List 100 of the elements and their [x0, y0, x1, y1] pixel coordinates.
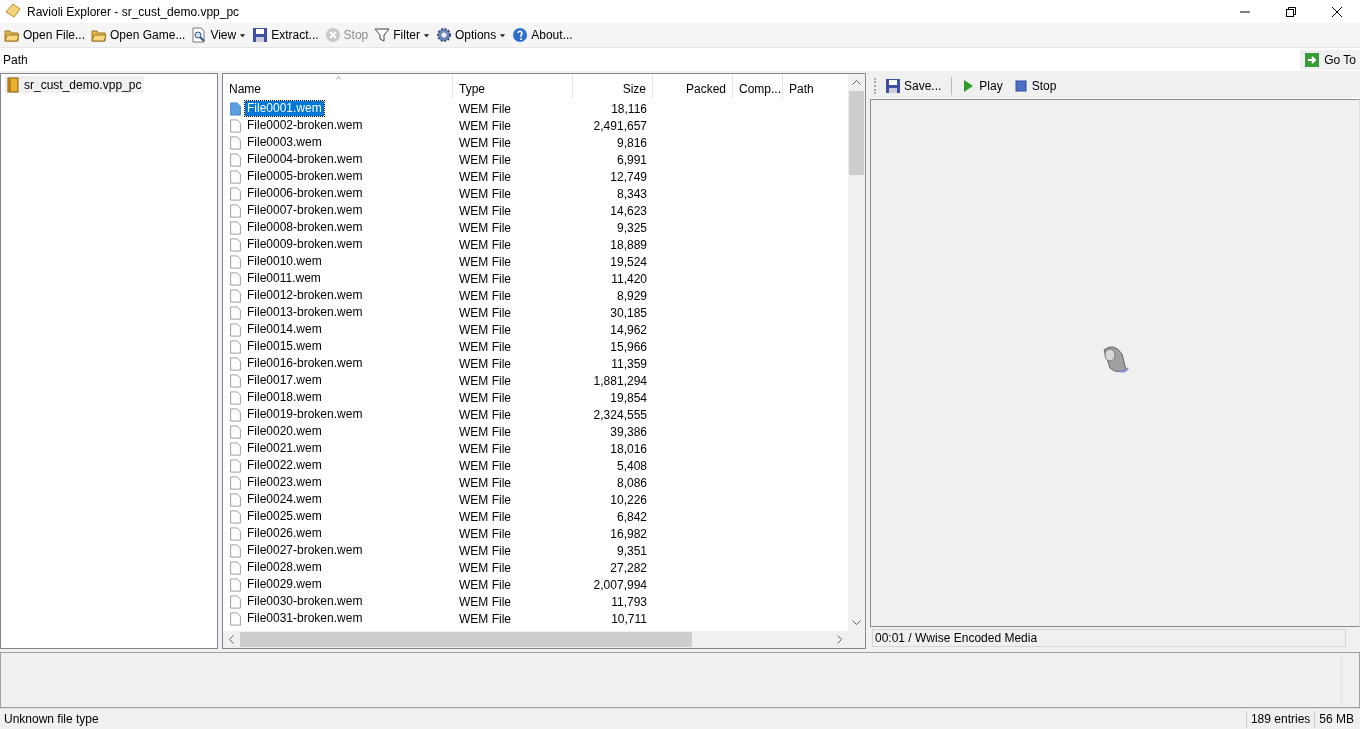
file-name[interactable]: File0012-broken.wem [245, 288, 365, 303]
document-icon [229, 542, 242, 559]
column-header[interactable]: Comp... [733, 74, 783, 99]
file-size: 8,929 [616, 288, 647, 303]
file-name[interactable]: File0006-broken.wem [245, 186, 365, 201]
scroll-up-icon[interactable] [852, 80, 861, 85]
folder-icon [4, 27, 20, 43]
file-name[interactable]: File0017.wem [245, 373, 324, 388]
file-name[interactable]: File0020.wem [245, 424, 324, 439]
file-size: 9,325 [616, 220, 647, 235]
file-name[interactable]: File0001.wem [245, 101, 324, 116]
file-name[interactable]: File0016-broken.wem [245, 356, 365, 371]
toolbar-button[interactable]: Extract... [250, 24, 323, 46]
toolbar-button[interactable]: Filter [372, 24, 434, 46]
file-size: 9,816 [616, 135, 647, 150]
file-name[interactable]: File0010.wem [245, 254, 324, 269]
document-icon [229, 117, 242, 134]
file-name[interactable]: File0030-broken.wem [245, 594, 365, 609]
scroll-down-icon[interactable] [852, 620, 861, 625]
file-name[interactable]: File0018.wem [245, 390, 324, 405]
file-type: WEM File [459, 526, 511, 541]
toolbar-button[interactable]: Open Game... [89, 24, 190, 46]
file-size: 2,007,994 [593, 577, 647, 592]
file-name[interactable]: File0008-broken.wem [245, 220, 365, 235]
file-type: WEM File [459, 271, 511, 286]
file-size: 15,966 [610, 339, 647, 354]
file-name[interactable]: File0021.wem [245, 441, 324, 456]
tree-item[interactable]: sr_cust_demo.vpp_pc [5, 76, 145, 93]
file-size: 1,881,294 [593, 373, 647, 388]
file-name[interactable]: File0027-broken.wem [245, 543, 365, 558]
scroll-left-icon[interactable] [229, 635, 234, 644]
file-type: WEM File [459, 288, 511, 303]
file-name[interactable]: File0002-broken.wem [245, 118, 365, 133]
document-icon [229, 423, 242, 440]
toolbar-button[interactable]: View [189, 24, 251, 46]
app-logo-icon [5, 2, 21, 18]
document-icon [229, 151, 242, 168]
scroll-thumb[interactable] [849, 91, 864, 175]
file-name[interactable]: File0015.wem [245, 339, 324, 354]
file-size: 2,491,657 [593, 118, 647, 133]
column-header[interactable]: Name [223, 74, 453, 99]
stop-icon [1012, 77, 1029, 94]
file-type: WEM File [459, 356, 511, 371]
file-type: WEM File [459, 118, 511, 133]
horizontal-scrollbar[interactable] [223, 631, 865, 648]
file-type: WEM File [459, 339, 511, 354]
column-header[interactable]: Path [783, 74, 847, 99]
file-name[interactable]: File0031-broken.wem [245, 611, 365, 626]
sort-caret-icon [333, 75, 343, 81]
file-name[interactable]: File0026.wem [245, 526, 324, 541]
scroll-right-icon[interactable] [837, 635, 842, 644]
file-name[interactable]: File0019-broken.wem [245, 407, 365, 422]
file-type: WEM File [459, 543, 511, 558]
file-size: 18,889 [610, 237, 647, 252]
magnifier-icon [191, 27, 208, 43]
play-button[interactable]: Play [958, 74, 1007, 97]
document-icon [229, 389, 242, 406]
file-name[interactable]: File0025.wem [245, 509, 324, 524]
stop-button[interactable]: Stop [1010, 74, 1061, 97]
save-button[interactable]: Save... [883, 74, 946, 97]
help-icon [512, 27, 529, 43]
file-type: WEM File [459, 220, 511, 235]
file-name[interactable]: File0024.wem [245, 492, 324, 507]
column-header[interactable]: Type [453, 74, 573, 99]
toolbar-button[interactable]: Open File... [2, 24, 90, 46]
file-name[interactable]: File0014.wem [245, 322, 324, 337]
column-header[interactable]: Packed [653, 74, 733, 99]
document-icon [229, 338, 242, 355]
file-name[interactable]: File0023.wem [245, 475, 324, 490]
document-icon [229, 253, 242, 270]
file-size: 8,343 [616, 186, 647, 201]
file-type: WEM File [459, 458, 511, 473]
file-size: 27,282 [610, 560, 647, 575]
file-type: WEM File [459, 560, 511, 575]
file-name[interactable]: File0022.wem [245, 458, 324, 473]
file-name[interactable]: File0011.wem [245, 271, 323, 286]
file-name[interactable]: File0009-broken.wem [245, 237, 365, 252]
document-icon [229, 185, 242, 202]
file-name[interactable]: File0007-broken.wem [245, 203, 365, 218]
document-icon [229, 134, 242, 151]
file-type: WEM File [459, 441, 511, 456]
file-type: WEM File [459, 475, 511, 490]
file-name[interactable]: File0029.wem [245, 577, 324, 592]
document-icon [229, 508, 242, 525]
toolbar-button[interactable]: About... [510, 24, 577, 46]
document-icon [229, 406, 242, 423]
file-name[interactable]: File0003.wem [245, 135, 324, 150]
document-icon [229, 168, 242, 185]
go-to-button[interactable]: Go To [1300, 49, 1360, 70]
file-name[interactable]: File0028.wem [245, 560, 324, 575]
file-type: WEM File [459, 101, 511, 116]
path-label: Path [3, 52, 28, 67]
file-name[interactable]: File0013-broken.wem [245, 305, 365, 320]
column-header[interactable]: Size [573, 74, 653, 99]
scroll-thumb[interactable] [240, 632, 692, 647]
vertical-scrollbar[interactable] [848, 74, 865, 631]
file-size: 19,524 [610, 254, 647, 269]
file-name[interactable]: File0004-broken.wem [245, 152, 365, 167]
file-name[interactable]: File0005-broken.wem [245, 169, 365, 184]
toolbar-button[interactable]: Options [433, 24, 511, 46]
